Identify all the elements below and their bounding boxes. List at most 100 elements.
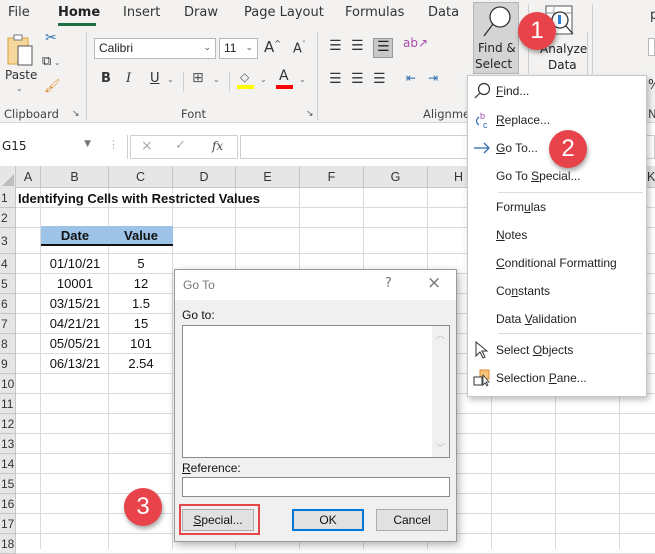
orientation-icon[interactable]: ab↗ — [403, 36, 428, 50]
menu-item[interactable]: Replace... — [496, 113, 550, 127]
date-cell[interactable]: 06/13/21 — [41, 356, 109, 371]
menu-item[interactable]: Notes — [496, 228, 527, 242]
menu-item[interactable]: Selection Pane... — [496, 371, 587, 385]
cut-icon[interactable]: ✂ — [45, 30, 57, 46]
drag-handle-icon[interactable]: ⋮ — [108, 138, 119, 151]
italic-button[interactable]: I — [126, 71, 131, 86]
column-header-a[interactable]: A — [16, 166, 41, 188]
header-cell-date[interactable]: Date — [41, 226, 109, 246]
copy-icon[interactable]: ⧉ ⌄ — [42, 54, 61, 69]
tab-home[interactable]: Home — [58, 5, 100, 20]
row-header-6[interactable]: 6 — [0, 294, 16, 314]
listbox-scrollbar[interactable]: ︿ ﹀ — [432, 326, 449, 457]
bold-button[interactable]: B — [101, 71, 111, 86]
align-middle-icon[interactable]: ☰ — [351, 38, 364, 54]
format-painter-icon[interactable]: 🖌 — [44, 79, 61, 94]
align-top-icon[interactable]: ☰ — [329, 38, 342, 54]
value-cell[interactable]: 101 — [109, 336, 173, 351]
date-cell[interactable]: 03/15/21 — [41, 296, 109, 311]
row-header-5[interactable]: 5 — [0, 274, 16, 294]
value-cell[interactable]: 15 — [109, 316, 173, 331]
select-all-corner[interactable] — [0, 166, 16, 188]
fill-color-button[interactable]: ◇ — [237, 70, 255, 90]
row-header-12[interactable]: 12 — [0, 414, 16, 434]
row-header-4[interactable]: 4 — [0, 254, 16, 274]
column-header-b[interactable]: B — [41, 166, 109, 188]
title-cell[interactable]: Identifying Cells with Restricted Values — [18, 191, 298, 206]
reference-input[interactable] — [182, 477, 450, 497]
value-cell[interactable]: 2.54 — [109, 356, 173, 371]
menu-item[interactable]: Conditional Formatting — [496, 256, 617, 270]
column-header-k[interactable]: K — [647, 166, 655, 188]
name-box[interactable]: G15 ▼ ⋮ — [0, 135, 128, 159]
tab-insert[interactable]: Insert — [123, 5, 160, 20]
align-right-icon[interactable]: ☰ — [373, 71, 386, 87]
close-icon[interactable]: × — [427, 273, 441, 293]
row-header-7[interactable]: 7 — [0, 314, 16, 334]
align-center-icon[interactable]: ☰ — [351, 71, 364, 87]
menu-item[interactable]: Formulas — [496, 200, 546, 214]
fill-dropdown-icon[interactable]: ⌄ — [260, 75, 267, 84]
find-select-button[interactable]: Find & Select ⌄ — [473, 2, 519, 84]
tab-page-layout[interactable]: Page Layout — [244, 5, 324, 20]
column-header-c[interactable]: C — [109, 166, 173, 188]
align-bottom-button[interactable]: ☰ — [373, 38, 393, 58]
menu-item[interactable]: Find... — [496, 84, 529, 98]
column-header-g[interactable]: G — [364, 166, 428, 188]
date-cell[interactable]: 10001 — [41, 276, 109, 291]
row-header-1[interactable]: 1 — [0, 188, 16, 208]
dialog-titlebar[interactable]: Go To ? × — [175, 270, 456, 300]
confirm-entry-icon[interactable]: ✓ — [175, 138, 186, 153]
value-cell[interactable]: 1.5 — [109, 296, 173, 311]
percent-icon[interactable]: % — [648, 78, 655, 93]
row-header-14[interactable]: 14 — [0, 454, 16, 474]
row-header-16[interactable]: 16 — [0, 494, 16, 514]
help-button[interactable]: ? — [385, 276, 392, 291]
font-launcher-icon[interactable]: ↘ — [306, 109, 314, 119]
menu-item[interactable]: Data Validation — [496, 312, 577, 326]
tab-draw[interactable]: Draw — [184, 5, 218, 20]
column-header-d[interactable]: D — [173, 166, 236, 188]
column-header-e[interactable]: E — [236, 166, 300, 188]
cancel-entry-icon[interactable]: × — [141, 138, 153, 154]
font-size-combo[interactable]: 11 ⌄ — [219, 38, 258, 59]
row-header-9[interactable]: 9 — [0, 354, 16, 374]
date-cell[interactable]: 01/10/21 — [41, 256, 109, 271]
borders-icon[interactable]: ⊞ — [192, 70, 204, 86]
tab-data[interactable]: Data — [428, 5, 459, 20]
insert-function-icon[interactable]: fx — [212, 139, 223, 153]
underline-button[interactable]: U — [150, 71, 160, 86]
shrink-font-button[interactable]: Aˇ — [293, 40, 306, 56]
row-header-3[interactable]: 3 — [0, 228, 16, 254]
row-header-15[interactable]: 15 — [0, 474, 16, 494]
decrease-indent-icon[interactable]: ⇤ — [406, 71, 416, 85]
header-cell-value[interactable]: Value — [109, 226, 173, 246]
menu-item[interactable]: Select Objects — [496, 343, 573, 357]
value-cell[interactable]: 5 — [109, 256, 173, 271]
value-cell[interactable]: 12 — [109, 276, 173, 291]
row-header-17[interactable]: 17 — [0, 514, 16, 534]
row-header-11[interactable]: 11 — [0, 394, 16, 414]
increase-indent-icon[interactable]: ⇥ — [428, 71, 438, 85]
row-header-18[interactable]: 18 — [0, 534, 16, 554]
cancel-button[interactable]: Cancel — [376, 509, 448, 531]
row-header-13[interactable]: 13 — [0, 434, 16, 454]
grow-font-button[interactable]: A^ — [264, 38, 281, 56]
font-color-button[interactable]: A — [276, 68, 294, 90]
underline-dropdown-icon[interactable]: ⌄ — [167, 75, 174, 84]
tab-file[interactable]: File — [8, 5, 30, 20]
ok-button[interactable]: OK — [292, 509, 364, 531]
column-header-f[interactable]: F — [300, 166, 364, 188]
tab-formulas[interactable]: Formulas — [345, 5, 404, 20]
paste-dropdown-icon[interactable]: ⌄ — [16, 84, 23, 93]
clipboard-launcher-icon[interactable]: ↘ — [72, 109, 80, 119]
align-left-icon[interactable]: ☰ — [329, 71, 342, 87]
paste-button[interactable] — [6, 34, 36, 72]
row-header-2[interactable]: 2 — [0, 208, 16, 228]
truncated-combo[interactable] — [648, 38, 655, 56]
row-header-8[interactable]: 8 — [0, 334, 16, 354]
date-cell[interactable]: 05/05/21 — [41, 336, 109, 351]
name-box-dropdown-icon[interactable]: ▼ — [84, 139, 91, 149]
font-name-combo[interactable]: Calibri ⌄ — [94, 38, 216, 59]
date-cell[interactable]: 04/21/21 — [41, 316, 109, 331]
